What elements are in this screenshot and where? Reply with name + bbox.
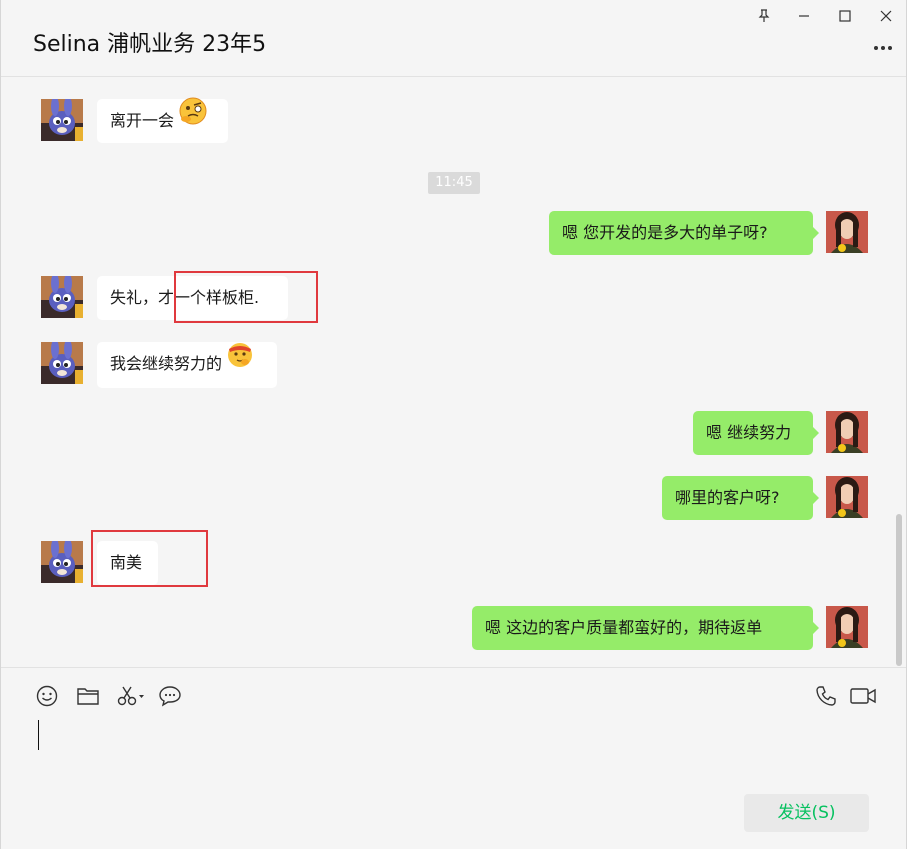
chat-title: Selina 浦帆业务 23年5 [33, 32, 267, 57]
voice-call-icon[interactable] [812, 682, 840, 710]
contact-avatar[interactable] [41, 342, 83, 384]
contact-avatar[interactable] [41, 541, 83, 583]
chat-window: Selina 浦帆业务 23年5 离开一会 11:45 嗯 您开发的是多大的单子… [0, 0, 907, 849]
message-bubble[interactable]: 离开一会 [97, 96, 228, 143]
thinking-face-emoji [178, 96, 208, 143]
self-avatar[interactable] [826, 411, 868, 453]
annotation-box [91, 530, 208, 587]
self-avatar[interactable] [826, 606, 868, 648]
minimize-icon[interactable] [793, 5, 815, 27]
close-icon[interactable] [875, 5, 897, 27]
message-list[interactable]: 离开一会 11:45 嗯 您开发的是多大的单子呀? 失礼，才一个样板柜. 我会继… [1, 78, 906, 667]
pin-icon[interactable] [753, 5, 775, 27]
contact-avatar[interactable] [41, 99, 83, 141]
message-bubble[interactable]: 我会继续努力的 [97, 342, 277, 388]
shushing-face-emoji [226, 340, 254, 385]
message-bubble[interactable]: 嗯 您开发的是多大的单子呀? [549, 211, 819, 255]
message-bubble[interactable]: 嗯 继续努力 [693, 411, 819, 455]
more-options-icon[interactable] [870, 38, 896, 58]
input-area: 发送(S) [1, 667, 906, 849]
scissors-icon[interactable] [115, 682, 147, 710]
message-timestamp: 11:45 [428, 172, 480, 194]
self-avatar[interactable] [826, 476, 868, 518]
chat-history-icon[interactable] [156, 682, 184, 710]
folder-icon[interactable] [74, 682, 102, 710]
scrollbar[interactable] [896, 514, 902, 666]
self-avatar[interactable] [826, 211, 868, 253]
message-bubble[interactable]: 嗯 这边的客户质量都蛮好的，期待返单 [472, 606, 819, 650]
message-text: 离开一会 [110, 111, 175, 130]
emoji-icon[interactable] [33, 682, 61, 710]
send-button[interactable]: 发送(S) [744, 794, 869, 832]
contact-avatar[interactable] [41, 276, 83, 318]
text-caret[interactable] [38, 720, 39, 750]
annotation-box [174, 271, 318, 323]
message-text: 我会继续努力的 [110, 354, 223, 373]
video-call-icon[interactable] [847, 682, 879, 710]
message-bubble[interactable]: 哪里的客户呀? [662, 476, 819, 520]
title-bar: Selina 浦帆业务 23年5 [1, 0, 906, 77]
maximize-icon[interactable] [834, 5, 856, 27]
